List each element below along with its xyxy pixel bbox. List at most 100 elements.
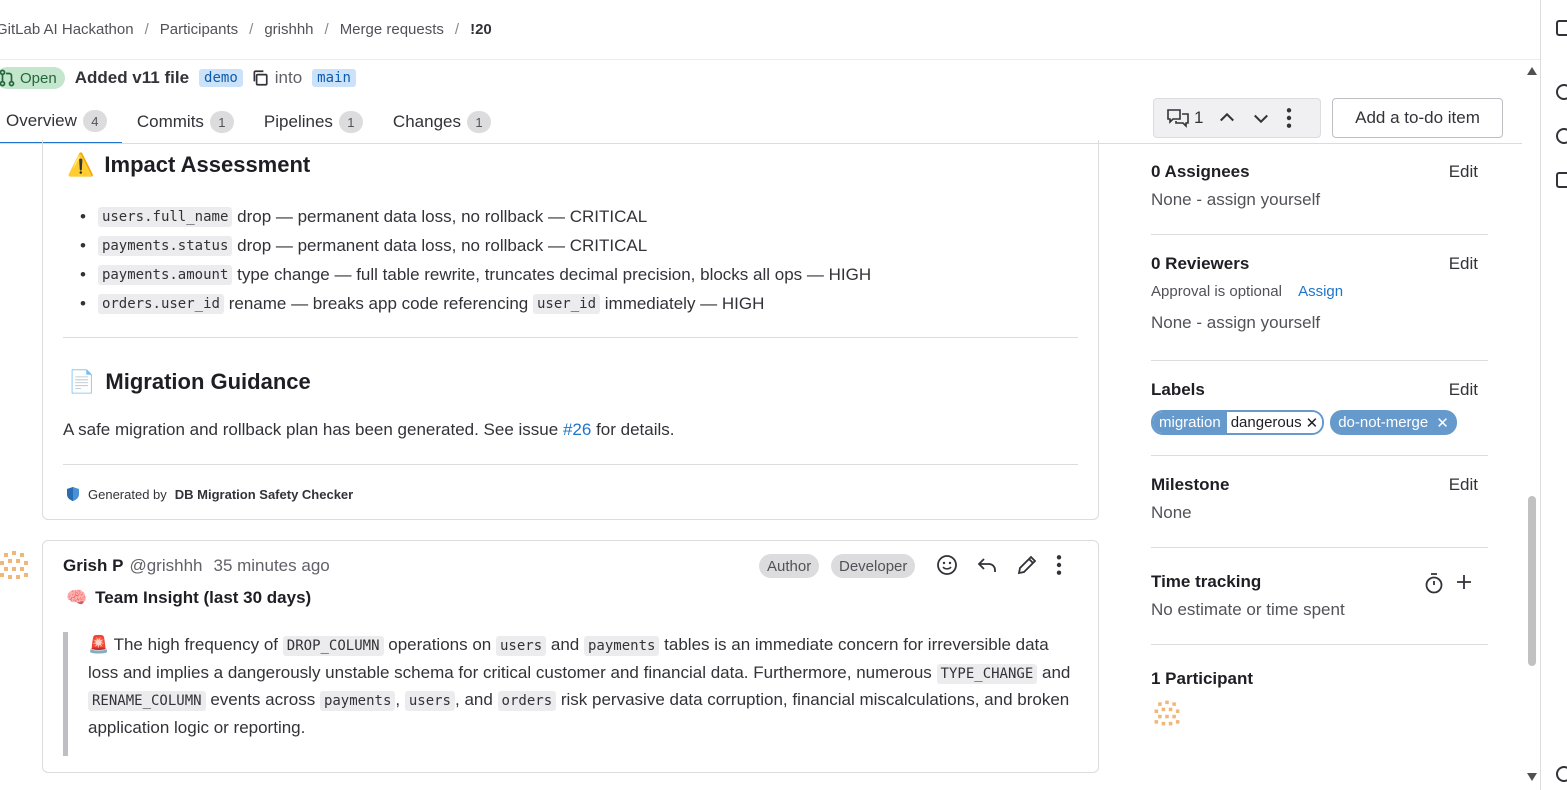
tab-overview[interactable]: Overview 4 [0, 100, 122, 144]
insight-quote: 🚨 The high frequency of DROP_COLUMN oper… [63, 632, 1073, 756]
label-do-not-merge[interactable]: do-not-merge ✕ [1330, 410, 1457, 435]
list-item: users.full_name drop — permanent data lo… [80, 202, 871, 231]
chevron-down-icon[interactable] [1251, 108, 1271, 128]
status-badge: Open [0, 67, 65, 89]
tab-count: 1 [338, 111, 363, 133]
target-branch[interactable]: main [312, 69, 356, 87]
scroll-up-icon[interactable] [1526, 66, 1538, 76]
chevron-up-icon[interactable] [1217, 108, 1237, 128]
tab-count: 1 [209, 111, 234, 133]
emoji-reaction-icon[interactable] [935, 553, 959, 577]
generated-by: Generated by DB Migration Safety Checker [66, 486, 353, 502]
impact-list: users.full_name drop — permanent data lo… [80, 202, 871, 318]
guidance-text: A safe migration and rollback plan has b… [63, 420, 675, 439]
sparkle-icon[interactable] [1556, 84, 1567, 100]
divider [1151, 455, 1488, 456]
tab-count: 1 [466, 111, 491, 133]
label-migration-dangerous[interactable]: migration dangerous ✕ [1151, 410, 1325, 435]
sidebar-reviewers: 0 Reviewers Edit Approval is optional As… [1151, 254, 1488, 333]
tab-pipelines[interactable]: Pipelines 1 [249, 100, 378, 144]
shield-icon [67, 487, 79, 501]
settings-icon[interactable] [1556, 766, 1567, 782]
edit-milestone-button[interactable]: Edit [1449, 475, 1478, 495]
mr-title: Added v11 file [74, 68, 190, 87]
sidebar-milestone: Milestone Edit None [1151, 475, 1488, 523]
list-item: payments.status drop — permanent data lo… [80, 231, 871, 260]
author-name[interactable]: Grish P [63, 556, 123, 576]
add-todo-button[interactable]: Add a to-do item [1332, 98, 1503, 138]
sidebar-scrollbar[interactable] [1522, 60, 1540, 790]
issue-link[interactable]: #26 [563, 420, 591, 439]
external-link-icon[interactable] [1556, 20, 1567, 36]
tab-commits[interactable]: Commits 1 [122, 100, 249, 144]
avatar[interactable] [0, 547, 32, 590]
assign-yourself-link[interactable]: None - assign yourself [1151, 313, 1488, 333]
brain-icon: 🧠 [66, 588, 88, 607]
plus-icon[interactable] [1454, 572, 1474, 592]
sidebar-labels: Labels Edit migration dangerous ✕ do-not-… [1151, 380, 1488, 435]
comment-header: Grish P @grishhh 35 minutes ago [63, 556, 330, 576]
divider [1151, 234, 1488, 235]
divider [1151, 644, 1488, 645]
insight-title: 🧠 Team Insight (last 30 days) [66, 588, 312, 607]
sidebar-assignees: 0 Assignees Edit None - assign yourself [1151, 162, 1488, 210]
history-icon[interactable] [1556, 128, 1567, 144]
comment-actions [935, 553, 1063, 577]
right-rail [1540, 0, 1567, 790]
mr-tabs: Overview 4 Commits 1 Pipelines 1 Changes… [0, 100, 506, 144]
divider [1151, 360, 1488, 361]
role-badge: Developer [831, 554, 916, 578]
discussion-navigation: 1 [1153, 98, 1321, 138]
divider [63, 464, 1078, 465]
edit-labels-button[interactable]: Edit [1449, 380, 1478, 400]
breadcrumb: GitLab AI Hackathon / Participants / gri… [0, 0, 1540, 60]
close-icon[interactable]: ✕ [1306, 414, 1319, 432]
assign-yourself-link[interactable]: None - assign yourself [1151, 190, 1488, 210]
approval-text: Approval is optional [1151, 283, 1282, 300]
mr-title-row: Open Added v11 file demo into main [0, 64, 356, 92]
scrollbar-thumb[interactable] [1528, 496, 1536, 666]
scroll-down-icon[interactable] [1526, 772, 1538, 782]
breadcrumb-merge-requests[interactable]: Merge requests [340, 21, 444, 38]
assign-reviewer-link[interactable]: Assign [1298, 283, 1343, 300]
feedback-icon[interactable] [1556, 172, 1567, 188]
impact-heading: ⚠️ Impact Assessment [67, 152, 311, 177]
bot-note-card [42, 140, 1099, 520]
guidance-heading: 📄 Migration Guidance [68, 369, 311, 394]
merge-request-icon [0, 69, 15, 87]
breadcrumb-participants[interactable]: Participants [160, 21, 238, 38]
edit-pencil-icon[interactable] [1015, 553, 1039, 577]
milestone-value: None [1151, 503, 1192, 522]
tab-count: 4 [82, 110, 107, 132]
sidebar-participants: 1 Participant [1151, 669, 1488, 734]
more-actions-icon[interactable] [1285, 107, 1293, 129]
divider [63, 337, 1078, 338]
breadcrumb-mr-id[interactable]: !20 [470, 21, 492, 38]
into-text: into [274, 68, 303, 87]
breadcrumb-project[interactable]: grishhh [264, 21, 313, 38]
tab-changes[interactable]: Changes 1 [378, 100, 506, 144]
reply-icon[interactable] [975, 553, 999, 577]
warning-icon: ⚠️ [67, 152, 95, 177]
sidebar-time-tracking: Time tracking No estimate or time spent [1151, 572, 1488, 620]
comment-timestamp[interactable]: 35 minutes ago [213, 556, 329, 576]
time-tracking-value: No estimate or time spent [1151, 600, 1345, 619]
breadcrumb-group[interactable]: GitLab AI Hackathon [0, 21, 134, 38]
document-icon: 📄 [68, 369, 96, 394]
siren-icon: 🚨 [88, 635, 110, 654]
close-icon[interactable]: ✕ [1436, 414, 1449, 432]
copy-icon[interactable] [251, 69, 269, 87]
stopwatch-icon[interactable] [1424, 572, 1444, 594]
edit-reviewers-button[interactable]: Edit [1449, 254, 1478, 274]
edit-assignees-button[interactable]: Edit [1449, 162, 1478, 182]
comments-icon [1167, 109, 1189, 128]
list-item: payments.amount type change — full table… [80, 260, 871, 289]
list-item: orders.user_id rename — breaks app code … [80, 289, 871, 318]
author-badge: Author [759, 554, 820, 578]
source-branch[interactable]: demo [199, 69, 243, 87]
divider [1151, 547, 1488, 548]
author-handle[interactable]: @grishhh [129, 556, 202, 576]
participant-avatar[interactable] [1151, 697, 1488, 734]
comment-count-button[interactable]: 1 [1166, 108, 1203, 128]
more-actions-icon[interactable] [1055, 554, 1063, 576]
